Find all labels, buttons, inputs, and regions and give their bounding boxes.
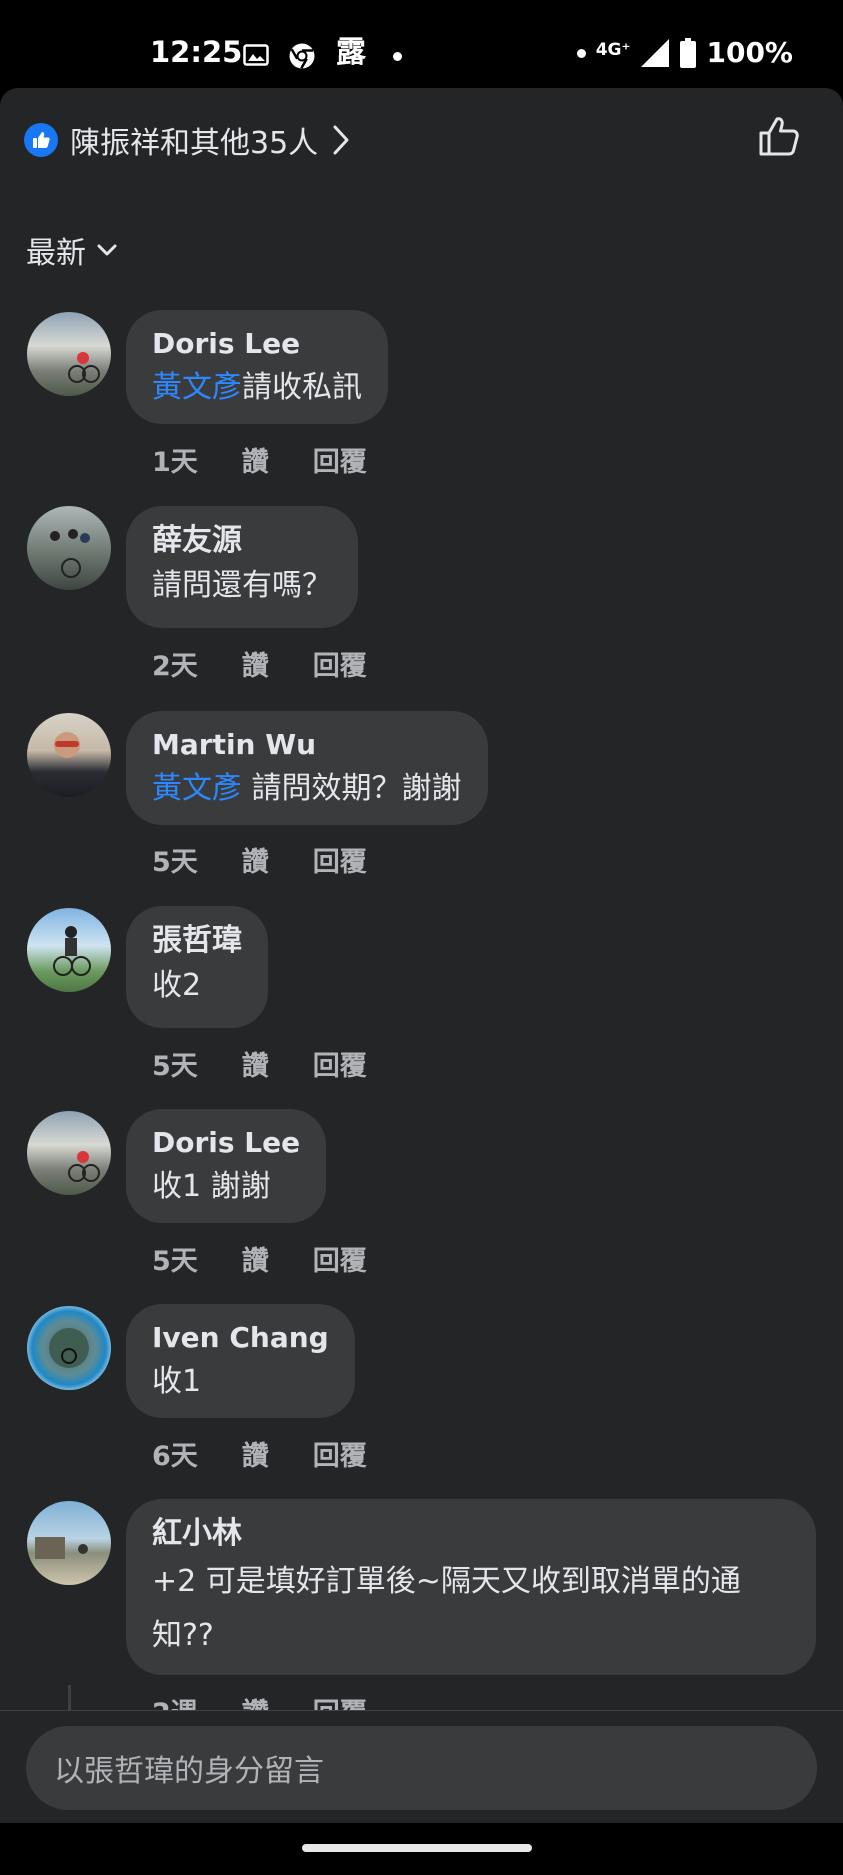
comment-time: 6天 [152, 1441, 198, 1472]
avatar[interactable] [27, 908, 111, 992]
comment-time: 5天 [152, 1051, 198, 1082]
status-right: 4G⁺ 100% [576, 36, 793, 69]
comment-meta: 5天 讚 回覆 [152, 1239, 367, 1278]
reactions-text: 陳振祥和其他35人 [70, 126, 319, 161]
mention-link[interactable]: 黃文彥 [152, 771, 242, 806]
comment-time: 5天 [152, 847, 198, 878]
like-button[interactable]: 讚 [242, 1239, 269, 1278]
notification-dot [393, 52, 402, 61]
sort-dropdown[interactable]: 最新 [26, 228, 118, 272]
comment-text: 請問還有嗎？ [152, 568, 332, 603]
like-button[interactable]: 讚 [242, 1044, 269, 1083]
reply-button[interactable]: 回覆 [313, 1434, 367, 1473]
thumbs-up-outline-icon[interactable] [757, 114, 801, 158]
sort-label: 最新 [26, 236, 86, 271]
like-icon [24, 123, 58, 157]
avatar[interactable] [27, 713, 111, 797]
comment-text: +2 可是填好訂單後~隔天又收到取消單的通知?? [152, 1564, 741, 1653]
comment-bubble[interactable]: 紅小林 +2 可是填好訂單後~隔天又收到取消單的通知?? [126, 1499, 816, 1675]
like-button[interactable]: 讚 [242, 840, 269, 879]
mention-link[interactable]: 黃文彥 [152, 370, 242, 405]
reactions-summary[interactable]: 陳振祥和其他35人 [24, 118, 350, 162]
avatar[interactable] [27, 506, 111, 590]
comment-author[interactable]: 紅小林 [152, 1513, 790, 1555]
chevron-right-icon [333, 125, 349, 155]
comment-author[interactable]: Doris Lee [152, 1123, 300, 1163]
comment-text: 收2 [152, 968, 202, 1003]
comment-author[interactable]: 薛友源 [152, 520, 332, 562]
status-bar: 12:25 露 4G⁺ 100% [0, 0, 843, 88]
comment-bubble[interactable]: 張哲瑋 收2 [126, 906, 268, 1028]
chrome-icon [289, 43, 315, 69]
comment-time: 1天 [152, 447, 198, 478]
comment-bubble[interactable]: Iven Chang 收1 [126, 1304, 355, 1418]
comment-meta: 5天 讚 回覆 [152, 840, 367, 879]
like-button[interactable]: 讚 [242, 440, 269, 479]
comment-text: 收1 謝謝 [152, 1169, 271, 1204]
reply-button[interactable]: 回覆 [313, 440, 367, 479]
home-gesture-bar[interactable] [302, 1844, 532, 1852]
comment-composer: 以張哲瑋的身分留言 [0, 1710, 843, 1823]
reply-button[interactable]: 回覆 [313, 644, 367, 683]
avatar[interactable] [27, 312, 111, 396]
avatar[interactable] [27, 1111, 111, 1195]
comment-text: 收1 [152, 1364, 202, 1399]
comment-author[interactable]: 張哲瑋 [152, 920, 242, 962]
notification-char: 露 [336, 35, 366, 70]
wifi-dot-icon [576, 48, 586, 58]
battery-icon [680, 38, 697, 68]
battery-percent: 100% [706, 36, 793, 69]
comment-text: 黃文彥請收私訊 [152, 370, 362, 405]
comment-author[interactable]: Martin Wu [152, 725, 462, 765]
reply-button[interactable]: 回覆 [313, 1239, 367, 1278]
comments-sheet: 陳振祥和其他35人 最新 Doris Lee 黃文彥請收私訊 1天 讚 回覆 薛… [0, 88, 843, 1823]
comment-meta: 6天 讚 回覆 [152, 1434, 367, 1473]
comment-meta: 1天 讚 回覆 [152, 440, 367, 479]
comment-bubble[interactable]: Martin Wu 黃文彥 請問效期？謝謝 [126, 711, 488, 825]
comment-time: 5天 [152, 1246, 198, 1277]
comment-time: 2天 [152, 651, 198, 682]
comment-bubble[interactable]: Doris Lee 黃文彥請收私訊 [126, 310, 388, 424]
reply-button[interactable]: 回覆 [313, 1044, 367, 1083]
navigation-bar [0, 1823, 843, 1875]
comment-bubble[interactable]: Doris Lee 收1 謝謝 [126, 1109, 327, 1223]
comment-input[interactable]: 以張哲瑋的身分留言 [26, 1726, 817, 1810]
like-button[interactable]: 讚 [242, 644, 269, 683]
comment-meta: 2天 讚 回覆 [152, 644, 367, 683]
reply-button[interactable]: 回覆 [313, 840, 367, 879]
signal-icon [641, 39, 670, 67]
avatar[interactable] [27, 1306, 111, 1390]
comment-meta: 5天 讚 回覆 [152, 1044, 367, 1083]
avatar[interactable] [27, 1501, 111, 1585]
comment-text: 黃文彥 請問效期？謝謝 [152, 771, 462, 806]
network-type: 4G⁺ [595, 39, 631, 60]
comment-author[interactable]: Doris Lee [152, 324, 362, 364]
comment-bubble[interactable]: 薛友源 請問還有嗎？ [126, 506, 358, 628]
comment-author[interactable]: Iven Chang [152, 1318, 329, 1358]
gallery-icon [243, 44, 269, 66]
like-button[interactable]: 讚 [242, 1434, 269, 1473]
status-time: 12:25 [150, 35, 243, 69]
chevron-down-icon [97, 244, 117, 256]
